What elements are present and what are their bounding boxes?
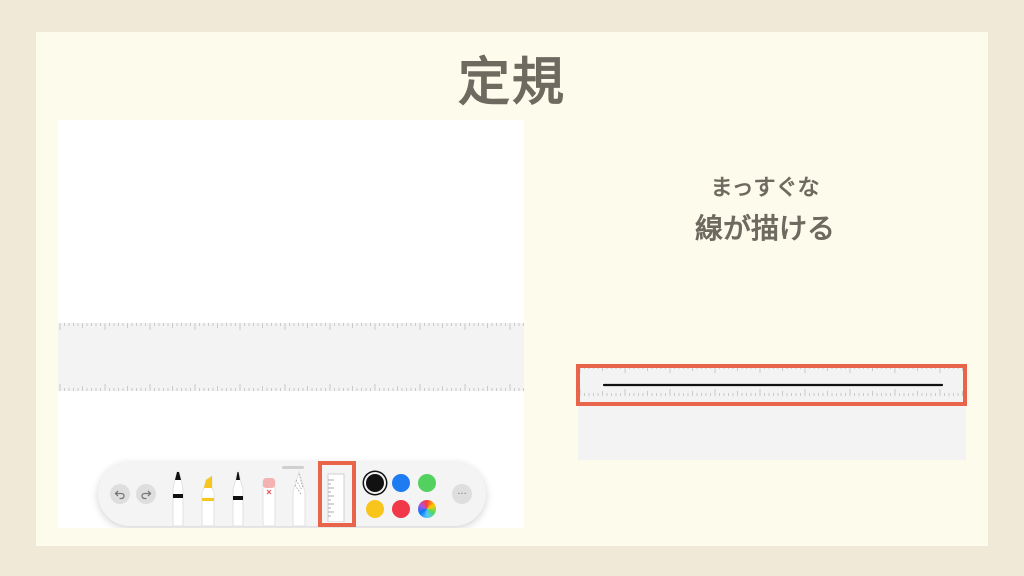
- color-swatch-green[interactable]: [418, 474, 436, 492]
- color-swatch-yellow[interactable]: [366, 500, 384, 518]
- redo-icon: [141, 490, 152, 500]
- color-swatch-blue[interactable]: [392, 474, 410, 492]
- color-swatch-black[interactable]: [366, 474, 384, 492]
- undo-icon: [114, 490, 125, 500]
- straight-line-stroke: [602, 383, 944, 387]
- ruler-overlay[interactable]: [58, 323, 524, 391]
- toolbar-grip[interactable]: [282, 466, 304, 469]
- caption-line-1: まっすぐな: [710, 176, 820, 201]
- more-options-button[interactable]: ···: [452, 484, 472, 504]
- drawing-canvas[interactable]: ···: [58, 120, 524, 528]
- pen-tool-icon[interactable]: [170, 470, 186, 526]
- ruler-ticks: [59, 323, 524, 391]
- markup-toolbar: ···: [98, 462, 486, 526]
- lasso-tool-icon[interactable]: [290, 470, 308, 526]
- redo-button[interactable]: [136, 484, 156, 504]
- ruler-tool-highlight: [318, 461, 356, 527]
- highlighter-tool-icon[interactable]: [200, 470, 216, 526]
- undo-button[interactable]: [110, 484, 130, 504]
- fineliner-tool-icon[interactable]: [230, 470, 246, 526]
- caption-line-2: 線が描ける: [694, 212, 835, 245]
- color-picker-wheel-icon[interactable]: [418, 500, 436, 518]
- slide-title: 定規: [457, 53, 566, 113]
- eraser-tool-icon[interactable]: [260, 470, 278, 526]
- color-swatch-red[interactable]: [392, 500, 410, 518]
